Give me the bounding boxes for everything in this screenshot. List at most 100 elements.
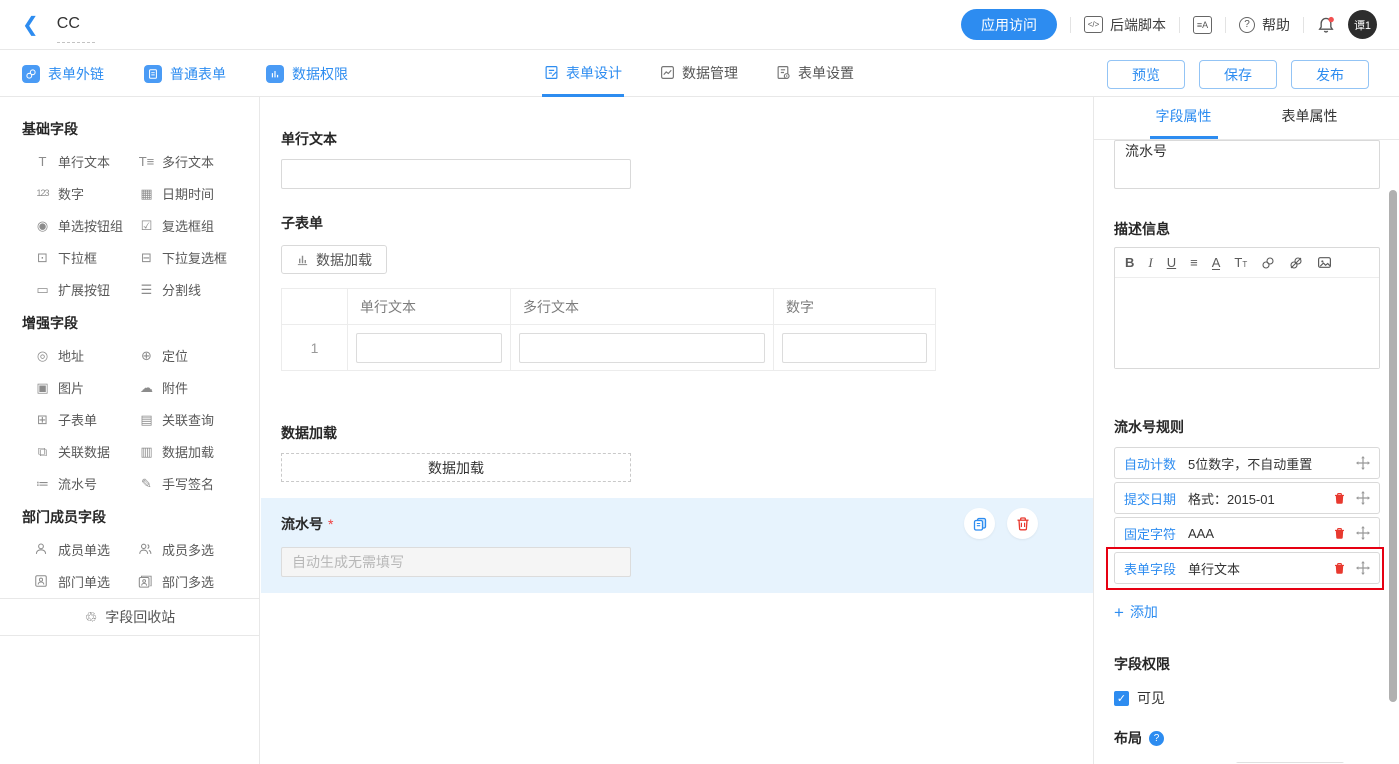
delete-rule-icon[interactable] <box>1333 562 1346 575</box>
field-single-line-text[interactable]: T单行文本 <box>34 145 138 177</box>
field-address[interactable]: ◎地址 <box>34 339 138 371</box>
user-avatar[interactable]: 谭1 <box>1348 10 1377 39</box>
tab-form-settings[interactable]: 表单设置 <box>774 51 856 97</box>
field-recycle-bin[interactable]: ♲ 字段回收站 <box>0 598 260 636</box>
tab-form-design[interactable]: 表单设计 <box>542 51 624 97</box>
help-button[interactable]: ? 帮助 <box>1239 15 1290 35</box>
unlink-icon[interactable] <box>1289 256 1303 270</box>
font-color-icon[interactable]: A <box>1212 256 1221 270</box>
form-toolbar: 表单外链 普通表单 数据权限 表单设计 数据管理 表单设置 预览 <box>0 51 1399 97</box>
translate-icon[interactable]: ≡A <box>1193 16 1212 34</box>
subform-cell-input[interactable] <box>519 333 765 363</box>
single-line-text-input[interactable] <box>281 159 631 189</box>
delete-field-button[interactable] <box>1007 508 1038 539</box>
design-icon <box>544 65 559 80</box>
app-title[interactable]: CC <box>57 15 80 35</box>
serial-rules-list: 自动计数 5位数字，不自动重置 提交日期 格式：2015-01 固定字符 AAA… <box>1114 447 1380 584</box>
normal-form-button[interactable]: 普通表单 <box>144 64 226 84</box>
font-size-icon[interactable]: TT <box>1234 256 1247 269</box>
backend-script-button[interactable]: </> 后端脚本 <box>1084 15 1166 35</box>
visible-checkbox[interactable]: ✓ <box>1114 691 1129 706</box>
italic-icon[interactable]: I <box>1148 256 1152 269</box>
field-location[interactable]: ⊕定位 <box>138 339 242 371</box>
form-external-link-button[interactable]: 表单外链 <box>22 64 104 84</box>
serial-number-input[interactable] <box>281 547 631 577</box>
field-linked-data[interactable]: ⧉关联数据 <box>34 435 138 467</box>
visible-label: 可见 <box>1137 688 1165 708</box>
layout-help-icon[interactable]: ? <box>1149 731 1164 746</box>
align-icon[interactable]: ≡ <box>1190 256 1198 269</box>
publish-button[interactable]: 发布 <box>1291 60 1369 89</box>
field-image[interactable]: ▣图片 <box>34 371 138 403</box>
field-dept-multi[interactable]: 部门多选 <box>138 565 242 597</box>
drag-handle-icon[interactable] <box>1356 561 1370 575</box>
divider <box>1179 17 1180 33</box>
underline-icon[interactable]: U <box>1167 256 1176 269</box>
canvas-field-serial-selected[interactable]: 流水号 * <box>261 498 1093 593</box>
canvas-field-subform[interactable]: 子表单 数据加载 单行文本 多行文本 数字 1 <box>261 201 1093 411</box>
field-title-input[interactable]: 流水号 <box>1114 140 1380 189</box>
rule-auto-count[interactable]: 自动计数 5位数字，不自动重置 <box>1114 447 1380 479</box>
rule-form-field[interactable]: 表单字段 单行文本 <box>1114 552 1380 584</box>
field-number[interactable]: 123数字 <box>34 177 138 209</box>
notification-bell-icon[interactable] <box>1317 16 1335 34</box>
data-permission-button[interactable]: 数据权限 <box>266 64 348 84</box>
data-load-button[interactable]: 数据加载 <box>281 453 631 482</box>
back-icon[interactable]: ❮ <box>22 15 39 35</box>
field-width-select[interactable]: 全部 ▼ <box>1236 762 1344 763</box>
description-editor-body[interactable] <box>1115 278 1379 368</box>
field-dept-single[interactable]: 部门单选 <box>34 565 138 597</box>
field-attachment[interactable]: ☁附件 <box>138 371 242 403</box>
document-icon <box>144 65 162 83</box>
subform-cell-input[interactable] <box>782 333 927 363</box>
subform-cell-input[interactable] <box>356 333 502 363</box>
delete-rule-icon[interactable] <box>1333 527 1346 540</box>
field-divider[interactable]: ☰分割线 <box>138 273 242 305</box>
layout-label: 布局 <box>1114 728 1142 748</box>
field-checkbox-group[interactable]: ☑复选框组 <box>138 209 242 241</box>
rule-submit-date[interactable]: 提交日期 格式：2015-01 <box>1114 482 1380 514</box>
subform-row: 1 <box>282 325 936 371</box>
subform-col-index <box>282 289 348 325</box>
field-radio-group[interactable]: ◉单选按钮组 <box>34 209 138 241</box>
canvas-field-data-load[interactable]: 数据加载 数据加载 <box>261 411 1093 494</box>
preview-button[interactable]: 预览 <box>1107 60 1185 89</box>
linked-data-icon: ⧉ <box>34 445 51 458</box>
field-linked-query[interactable]: ▤关联查询 <box>138 403 242 435</box>
field-multi-select[interactable]: ⊟下拉复选框 <box>138 241 242 273</box>
bold-icon[interactable]: B <box>1125 256 1134 269</box>
copy-field-button[interactable] <box>964 508 995 539</box>
delete-rule-icon[interactable] <box>1333 492 1346 505</box>
drag-handle-icon[interactable] <box>1356 526 1370 540</box>
field-member-multi[interactable]: 成员多选 <box>138 533 242 565</box>
form-canvas: 单行文本 子表单 数据加载 单行文本 多行文本 数字 1 数据加载 数据加载 <box>261 97 1093 764</box>
field-member-single[interactable]: 成员单选 <box>34 533 138 565</box>
field-select[interactable]: ⊡下拉框 <box>34 241 138 273</box>
field-multi-line-text[interactable]: T≡多行文本 <box>138 145 242 177</box>
single-line-text-icon: T <box>34 155 51 168</box>
field-subform[interactable]: ⊞子表单 <box>34 403 138 435</box>
drag-handle-icon[interactable] <box>1356 456 1370 470</box>
tab-form-properties[interactable]: 表单属性 <box>1276 97 1344 139</box>
subform-data-load-button[interactable]: 数据加载 <box>281 245 387 274</box>
insert-image-icon[interactable] <box>1317 255 1332 270</box>
add-rule-button[interactable]: + 添加 <box>1114 602 1380 622</box>
field-signature[interactable]: ✎手写签名 <box>138 467 242 499</box>
drag-handle-icon[interactable] <box>1356 491 1370 505</box>
trash-icon <box>1015 516 1031 532</box>
tab-data-management[interactable]: 数据管理 <box>658 51 740 97</box>
tab-field-properties[interactable]: 字段属性 <box>1150 97 1218 139</box>
description-editor[interactable]: B I U ≡ A TT <box>1114 247 1380 369</box>
bar-chart-icon <box>296 253 309 266</box>
field-serial-number[interactable]: ≔流水号 <box>34 467 138 499</box>
link-icon[interactable] <box>1261 256 1275 270</box>
field-extend-button[interactable]: ▭扩展按钮 <box>34 273 138 305</box>
canvas-field-single-line-text[interactable]: 单行文本 <box>261 117 1093 201</box>
save-button[interactable]: 保存 <box>1199 60 1277 89</box>
panel-scrollbar[interactable] <box>1389 190 1397 702</box>
field-datetime[interactable]: ▦日期时间 <box>138 177 242 209</box>
field-data-load[interactable]: ▥数据加载 <box>138 435 242 467</box>
app-access-button[interactable]: 应用访问 <box>961 9 1057 40</box>
serial-rules-label: 流水号规则 <box>1114 417 1380 437</box>
rule-fixed-chars[interactable]: 固定字符 AAA <box>1114 517 1380 549</box>
